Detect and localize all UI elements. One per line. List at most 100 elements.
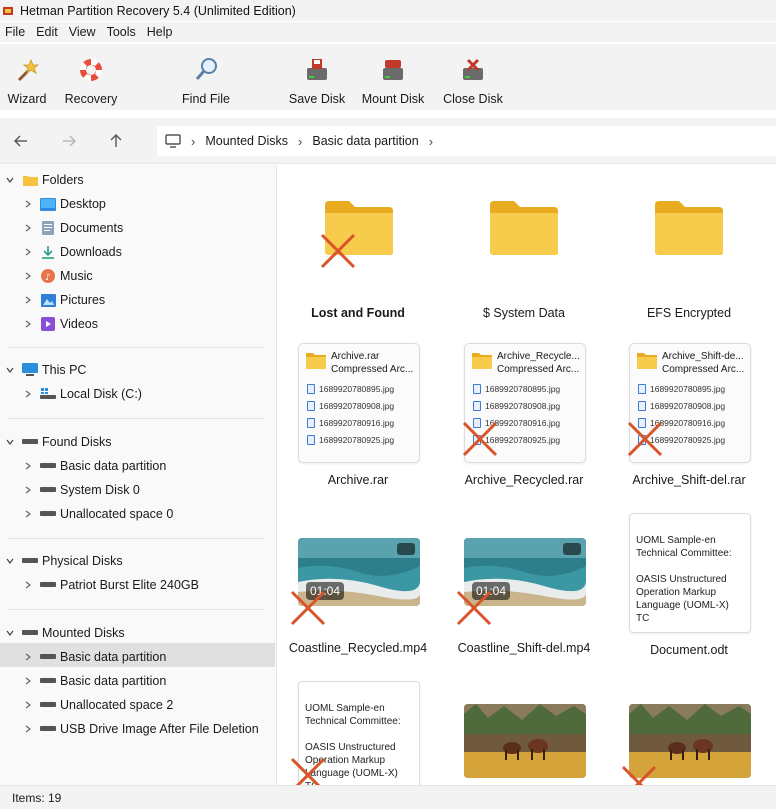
archive-item[interactable]: Archive_Shift-de... Compressed Arc... 168… bbox=[611, 343, 767, 493]
tree-label: Documents bbox=[60, 221, 124, 235]
chevron-down-icon[interactable] bbox=[4, 436, 16, 448]
chevron-right-icon[interactable] bbox=[22, 508, 34, 520]
tree-item-downloads[interactable]: Downloads bbox=[22, 241, 122, 263]
chevron-down-icon[interactable] bbox=[4, 627, 16, 639]
tree-item-mounted-basic-data-partition-selected[interactable]: Basic data partition bbox=[22, 646, 166, 668]
folder-lost-and-found[interactable]: Lost and Found bbox=[280, 195, 436, 325]
video-item[interactable]: 01:04 Coastline_Shift-del.mp4 bbox=[446, 511, 602, 661]
tree-folders[interactable]: Folders bbox=[4, 169, 84, 191]
chevron-right-icon[interactable] bbox=[22, 651, 34, 663]
tree-found-disks[interactable]: Found Disks bbox=[4, 431, 111, 453]
tree-item-usb-drive-image[interactable]: USB Drive Image After File Deletion bbox=[22, 718, 259, 740]
tree-item-system-disk-0[interactable]: System Disk 0 bbox=[22, 479, 140, 501]
folder-efs-encrypted[interactable]: EFS Encrypted bbox=[611, 195, 767, 325]
recovery-button[interactable]: Recovery bbox=[64, 54, 118, 106]
image-item[interactable] bbox=[446, 679, 602, 785]
menu-help[interactable]: Help bbox=[142, 25, 179, 39]
tree-label: Physical Disks bbox=[42, 554, 123, 568]
tree-mounted-disks[interactable]: Mounted Disks bbox=[4, 622, 125, 644]
tree-item-music[interactable]: ♪ Music bbox=[22, 265, 93, 287]
chevron-right-icon[interactable] bbox=[22, 318, 34, 330]
horses-image bbox=[464, 704, 586, 778]
find-file-button[interactable]: Find File bbox=[180, 54, 232, 106]
archive-file-row: 1689920780895.jpg bbox=[307, 380, 394, 397]
file-name: EFS Encrypted bbox=[646, 306, 732, 320]
forward-button[interactable] bbox=[58, 130, 80, 152]
chevron-right-icon[interactable] bbox=[22, 294, 34, 306]
menu-file[interactable]: File bbox=[0, 25, 31, 39]
save-disk-button[interactable]: Save Disk bbox=[288, 54, 346, 106]
menu-view[interactable]: View bbox=[64, 25, 102, 39]
save-disk-icon bbox=[307, 59, 327, 80]
menu-bar: File Edit View Tools Help bbox=[0, 22, 776, 42]
menu-edit[interactable]: Edit bbox=[31, 25, 64, 39]
tree-physical-disks[interactable]: Physical Disks bbox=[4, 550, 123, 572]
chevron-down-icon[interactable] bbox=[4, 174, 16, 186]
chevron-down-icon[interactable] bbox=[4, 364, 16, 376]
menu-tools[interactable]: Tools bbox=[102, 25, 142, 39]
status-bar: Items: 19 bbox=[0, 785, 776, 809]
up-button[interactable] bbox=[105, 130, 127, 152]
video-camera-icon bbox=[397, 543, 415, 555]
document-item[interactable]: UOML Sample-en Technical Committee: OASI… bbox=[280, 679, 436, 785]
document-text-line: Operation Markup bbox=[636, 587, 717, 598]
folder-icon bbox=[325, 201, 393, 255]
tree-item-desktop[interactable]: Desktop bbox=[22, 193, 106, 215]
image-file-icon bbox=[307, 383, 315, 394]
tree-item-unallocated-space-2[interactable]: Unallocated space 2 bbox=[22, 694, 173, 716]
document-item[interactable]: UOML Sample-en Technical Committee: OASI… bbox=[611, 511, 767, 661]
chevron-right-icon[interactable] bbox=[22, 723, 34, 735]
file-name: Archive_Shift-del.rar bbox=[632, 473, 746, 487]
folder-system-data[interactable]: $ System Data bbox=[446, 195, 602, 325]
chevron-right-icon[interactable] bbox=[22, 699, 34, 711]
close-disk-button[interactable]: Close Disk bbox=[442, 54, 504, 106]
document-preview: UOML Sample-en Technical Committee: OASI… bbox=[298, 681, 420, 785]
tree-item-mounted-basic-data-partition[interactable]: Basic data partition bbox=[22, 670, 166, 692]
archive-file-row: 1689920780908.jpg bbox=[307, 397, 394, 414]
chevron-right-icon[interactable] bbox=[22, 579, 34, 591]
divider bbox=[8, 347, 264, 348]
chevron-right-icon[interactable] bbox=[22, 484, 34, 496]
chevron-right-icon[interactable] bbox=[22, 460, 34, 472]
image-item[interactable] bbox=[611, 679, 767, 785]
file-name: Document.odt bbox=[650, 643, 728, 657]
computer-icon[interactable] bbox=[165, 134, 181, 148]
tree-item-patriot-burst-elite[interactable]: Patriot Burst Elite 240GB bbox=[22, 574, 199, 596]
chevron-right-icon[interactable] bbox=[22, 222, 34, 234]
back-button[interactable] bbox=[10, 130, 32, 152]
wizard-label: Wizard bbox=[7, 92, 47, 106]
chevron-right-icon[interactable] bbox=[22, 246, 34, 258]
download-icon bbox=[40, 245, 56, 259]
image-file-icon bbox=[638, 417, 646, 428]
file-name: Lost and Found bbox=[311, 306, 405, 320]
breadcrumb-basic-data-partition[interactable]: Basic data partition bbox=[312, 134, 418, 148]
chevron-right-icon[interactable] bbox=[22, 388, 34, 400]
disk-icon bbox=[22, 554, 38, 568]
mount-disk-button[interactable]: Mount Disk bbox=[360, 54, 426, 106]
chevron-right-icon[interactable] bbox=[22, 270, 34, 282]
video-duration: 01:04 bbox=[306, 582, 345, 600]
document-text-line: UOML Sample-en bbox=[636, 535, 716, 546]
breadcrumb-mounted-disks[interactable]: Mounted Disks bbox=[205, 134, 288, 148]
video-item[interactable]: 01:04 Coastline_Recycled.mp4 bbox=[280, 511, 436, 661]
wizard-button[interactable]: Wizard bbox=[6, 54, 48, 106]
archive-item[interactable]: Archive.rar Compressed Arc... 16899207808… bbox=[280, 343, 436, 493]
tree-this-pc[interactable]: This PC bbox=[4, 359, 86, 381]
chevron-right-icon[interactable] bbox=[22, 675, 34, 687]
archive-card-title: Archive_Recycle... bbox=[497, 351, 580, 362]
app-icon bbox=[3, 6, 13, 15]
archive-item[interactable]: Archive_Recycle... Compressed Arc... 1689… bbox=[446, 343, 602, 493]
chevron-right-icon[interactable]: › bbox=[429, 134, 433, 149]
tree-item-local-disk[interactable]: Local Disk (C:) bbox=[22, 383, 142, 405]
archive-file-row: 1689920780895.jpg bbox=[473, 380, 560, 397]
tree-item-pictures[interactable]: Pictures bbox=[22, 289, 105, 311]
wizard-icon bbox=[17, 58, 40, 82]
tree-item-found-basic-data-partition[interactable]: Basic data partition bbox=[22, 455, 166, 477]
tree-item-unallocated-space-0[interactable]: Unallocated space 0 bbox=[22, 503, 173, 525]
tree-label: Basic data partition bbox=[60, 674, 167, 688]
tree-item-videos[interactable]: Videos bbox=[22, 313, 98, 335]
image-file-icon bbox=[638, 434, 646, 445]
chevron-right-icon[interactable] bbox=[22, 198, 34, 210]
chevron-down-icon[interactable] bbox=[4, 555, 16, 567]
tree-item-documents[interactable]: Documents bbox=[22, 217, 123, 239]
